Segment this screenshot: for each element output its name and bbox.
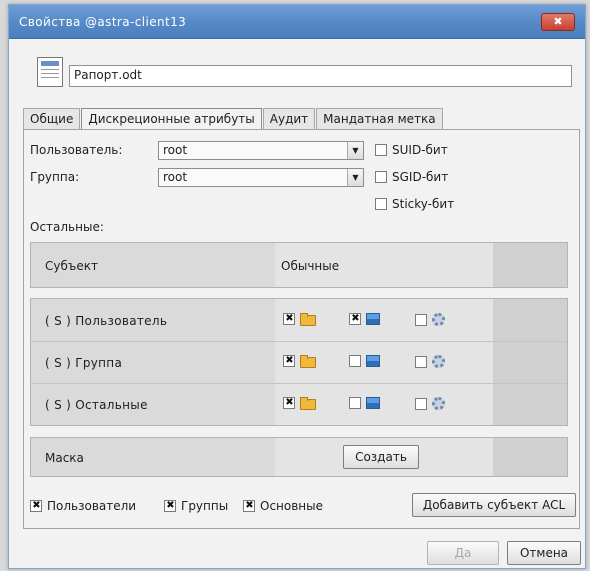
acl-header-regular: Обычные (281, 259, 340, 273)
gear-exec-icon (432, 397, 445, 410)
folder-read-icon (300, 355, 316, 368)
ok-button[interactable]: Да (427, 541, 499, 565)
sticky-checkbox-row[interactable]: Sticky-бит (375, 197, 454, 211)
suid-checkbox[interactable] (375, 144, 387, 156)
sgid-checkbox[interactable] (375, 171, 387, 183)
acl-header-subject: Субъект (45, 259, 98, 273)
save-write-icon (366, 397, 380, 409)
mask-label: Маска (45, 451, 84, 465)
filter-groups-row[interactable]: Группы (164, 499, 228, 513)
cancel-button[interactable]: Отмена (507, 541, 581, 565)
chevron-down-icon[interactable]: ▼ (347, 142, 363, 159)
others-exec-checkbox[interactable] (415, 397, 427, 410)
create-mask-button[interactable]: Создать (343, 445, 419, 469)
group-exec-checkbox[interactable] (415, 355, 427, 368)
tab-discretionary-attributes[interactable]: Дискреционные атрибуты (81, 108, 262, 131)
owner-user-label: Пользователь: (30, 143, 123, 157)
filter-groups-checkbox[interactable] (164, 499, 176, 512)
chevron-down-icon[interactable]: ▼ (347, 169, 363, 186)
filter-users-checkbox[interactable] (30, 499, 42, 512)
owner-group-value: root (163, 170, 188, 184)
close-button[interactable]: ✖ (541, 13, 575, 31)
acl-header: Субъект Обычные (30, 242, 568, 288)
owner-user-value: root (163, 143, 188, 157)
gear-exec-icon (432, 313, 445, 326)
window-title: Свойства @astra-client13 (19, 15, 187, 29)
sticky-checkbox[interactable] (375, 198, 387, 210)
owner-group-label: Группа: (30, 170, 80, 184)
filter-users-label: Пользователи (47, 499, 137, 513)
filter-basic-checkbox[interactable] (243, 499, 255, 512)
title-bar[interactable]: Свойства @astra-client13 ✖ (9, 5, 585, 39)
filter-basic-row[interactable]: Основные (243, 499, 323, 513)
mask-row: Маска Создать (30, 437, 568, 477)
add-acl-subject-button[interactable]: Добавить субъект ACL (412, 493, 576, 517)
user-read-checkbox[interactable] (283, 312, 295, 325)
sgid-label: SGID-бит (392, 170, 449, 184)
suid-checkbox-row[interactable]: SUID-бит (375, 143, 448, 157)
save-write-icon (366, 355, 380, 367)
sticky-label: Sticky-бит (392, 197, 455, 211)
tab-general[interactable]: Общие (23, 108, 81, 130)
acl-row-label: ( S ) Остальные (45, 398, 148, 412)
group-read-checkbox[interactable] (283, 354, 295, 367)
save-write-icon (366, 313, 380, 325)
acl-table: ( S ) Пользователь ( S ) Группа (30, 298, 568, 426)
suid-label: SUID-бит (392, 143, 448, 157)
owner-user-select[interactable]: root ▼ (158, 141, 364, 160)
tab-audit[interactable]: Аудит (262, 108, 316, 130)
others-write-checkbox[interactable] (349, 397, 361, 409)
others-label: Остальные: (30, 220, 104, 234)
others-read-checkbox[interactable] (283, 396, 295, 409)
acl-row-others[interactable]: ( S ) Остальные (31, 384, 567, 426)
sgid-checkbox-row[interactable]: SGID-бит (375, 170, 448, 184)
acl-row-label: ( S ) Пользователь (45, 314, 168, 328)
user-exec-checkbox[interactable] (415, 313, 427, 326)
file-name-field[interactable]: Рапорт.odt (69, 65, 572, 87)
acl-row-user[interactable]: ( S ) Пользователь (31, 300, 567, 342)
filter-basic-label: Основные (260, 499, 324, 513)
group-write-checkbox[interactable] (349, 355, 361, 367)
filter-users-row[interactable]: Пользователи (30, 499, 136, 513)
folder-read-icon (300, 313, 316, 326)
acl-row-group[interactable]: ( S ) Группа (31, 342, 567, 384)
discretionary-panel: Пользователь: root ▼ Группа: root ▼ SUID… (23, 129, 580, 529)
properties-dialog: Свойства @astra-client13 ✖ Рапорт.odt Об… (8, 4, 586, 569)
tab-bar: Общие Дискреционные атрибуты Аудит Манда… (23, 108, 444, 131)
acl-row-label: ( S ) Группа (45, 356, 123, 370)
filter-groups-label: Группы (181, 499, 229, 513)
document-icon (37, 57, 63, 87)
gear-exec-icon (432, 355, 445, 368)
user-write-checkbox[interactable] (349, 312, 361, 325)
folder-read-icon (300, 397, 316, 410)
owner-group-select[interactable]: root ▼ (158, 168, 364, 187)
tab-mandatory-label[interactable]: Мандатная метка (316, 108, 443, 130)
